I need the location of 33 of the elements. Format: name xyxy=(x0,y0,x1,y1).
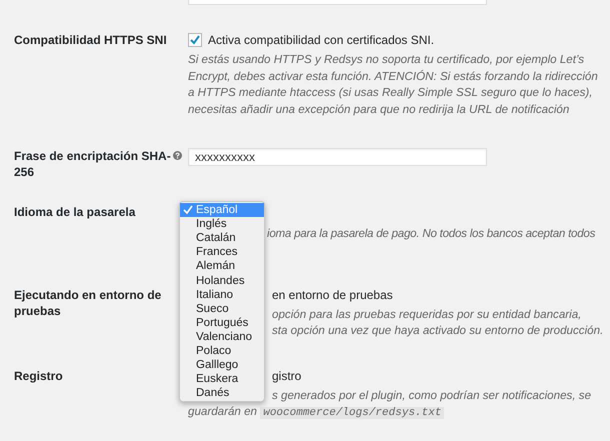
check-icon xyxy=(183,205,193,215)
field-description: guardarán en xyxy=(188,405,257,418)
field-label: Ejecutando en entorno de pruebas xyxy=(14,288,162,318)
field-description: Si estás usando HTTPS y Redsys no soporta tu certificado, por ejemplo Let’s Encrypt, debes activar esta función. ATENCIÓN: Si estás forzando la ridirección a HTTPS mediante htaccess (si usas Really Simple SSL seguro que lo haces), necesitas añadir una excepción para que no redirija la URL de notificación xyxy=(188,52,598,118)
dropdown-option[interactable]: Inglés xyxy=(180,217,264,232)
field-description: s generados por el plugin, como podrían ser notificaciones, se xyxy=(272,388,592,402)
field-description: sta opción una vez que haya activado su entorno de producción. xyxy=(272,324,604,337)
help-icon[interactable] xyxy=(173,151,182,160)
dropdown-option[interactable]: Sueco xyxy=(180,302,264,316)
checkbox-label: gistro xyxy=(272,368,302,384)
field-description: opción para las pruebas requeridas por su entidad bancaria, xyxy=(272,308,582,320)
field-description: ioma para la pasarela de pago. No todos los bancos aceptan todos xyxy=(267,227,596,240)
dropdown-option[interactable]: Euskera xyxy=(180,372,264,386)
dropdown-option[interactable]: Catalán xyxy=(180,231,264,246)
dropdown-option[interactable]: Polaco xyxy=(180,344,264,358)
checkbox-label: Activa compatibilidad con certificados SNI. xyxy=(208,32,434,48)
dropdown-option[interactable]: Valenciano xyxy=(180,330,264,344)
language-dropdown[interactable]: Español Inglés Catalán Frances Alemán Holandes Italiano Sueco Portugués Valenciano Polaco Galllego Euskera Danés xyxy=(179,201,265,402)
dropdown-option[interactable]: Alemán xyxy=(180,259,264,274)
file-path: woocommerce/logs/redsys.txt xyxy=(260,407,444,419)
dropdown-option[interactable]: Portugués xyxy=(180,316,264,330)
field-label: Compatibilidad HTTPS SNI xyxy=(14,33,167,47)
checkbox[interactable] xyxy=(188,33,202,47)
text-field[interactable]: xxxxxxxxxx xyxy=(188,148,487,166)
field-label: Idioma de la pasarela xyxy=(14,205,136,219)
dropdown-option[interactable]: Frances xyxy=(180,245,264,260)
dropdown-option[interactable]: Danés xyxy=(180,386,264,400)
checkbox-label: en entorno de pruebas xyxy=(272,286,393,302)
dropdown-option[interactable]: Holandes xyxy=(180,273,264,288)
dropdown-option[interactable]: Italiano xyxy=(180,288,264,302)
field-label: Frase de encriptación SHA-256 xyxy=(14,149,171,179)
field-label: Registro xyxy=(14,368,63,382)
dropdown-option[interactable]: Galllego xyxy=(180,358,264,372)
